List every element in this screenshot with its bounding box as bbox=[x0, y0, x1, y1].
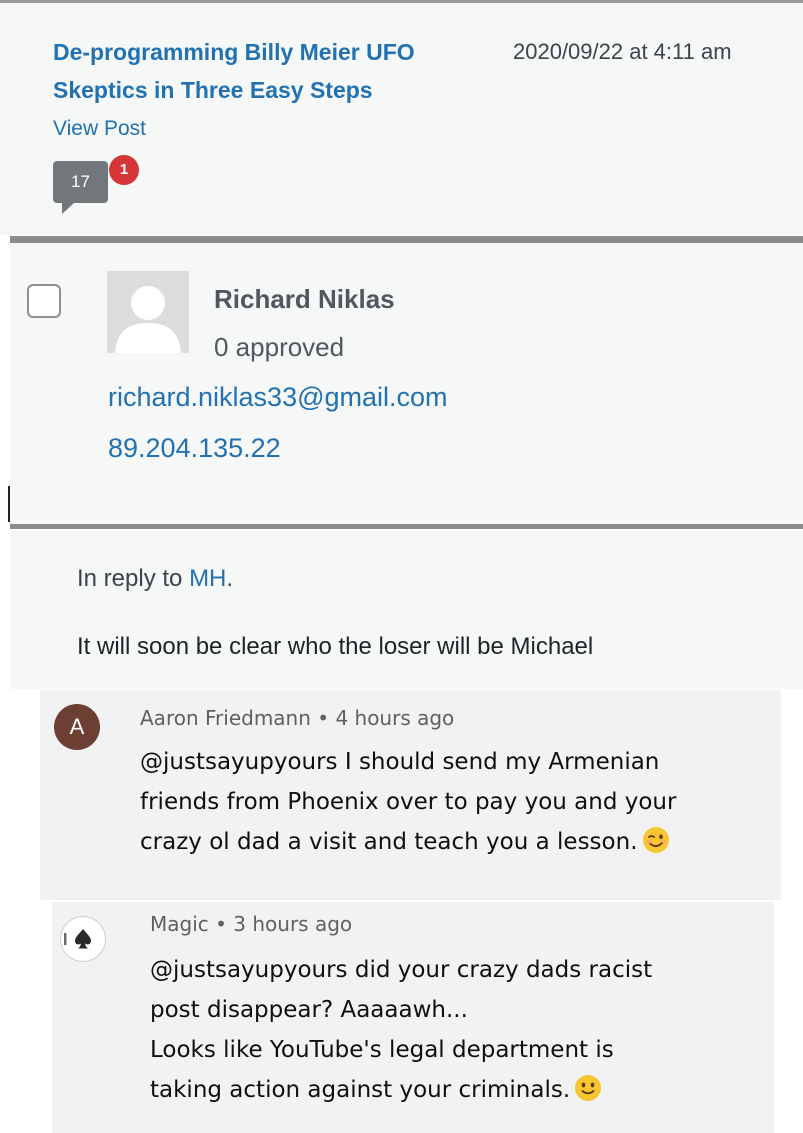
winking-face-icon bbox=[642, 827, 669, 853]
avatar[interactable]: A bbox=[54, 704, 100, 750]
comment-line: @justsayupyours did your crazy dads raci… bbox=[150, 957, 653, 983]
comment-line: taking action against your criminals. bbox=[150, 1077, 571, 1103]
pending-count-badge: 1 bbox=[109, 155, 139, 185]
youtube-comment: Magic • 3 hours ago @justsayupyours did … bbox=[52, 902, 774, 1133]
text-cursor bbox=[8, 486, 10, 522]
comment-time[interactable]: 3 hours ago bbox=[233, 912, 352, 936]
comment-author-panel: Richard Niklas 0 approved richard.niklas… bbox=[10, 236, 803, 529]
author-email-link[interactable]: richard.niklas33@gmail.com bbox=[108, 377, 448, 417]
select-comment-checkbox[interactable] bbox=[27, 284, 61, 318]
reply-to-suffix: . bbox=[226, 565, 234, 592]
avatar[interactable] bbox=[60, 916, 106, 962]
comment-author[interactable]: Aaron Friedmann bbox=[140, 706, 311, 730]
comment-line-last: crazy ol dad a visit and teach you a les… bbox=[140, 822, 770, 862]
in-reply-to-line: In reply to MH. bbox=[77, 561, 233, 597]
avatar bbox=[107, 271, 189, 353]
author-ip-link[interactable]: 89.204.135.22 bbox=[108, 428, 281, 468]
comment-header: Magic • 3 hours ago bbox=[150, 910, 352, 938]
author-approved-count: 0 approved bbox=[214, 332, 345, 362]
header-separator: • bbox=[310, 706, 336, 730]
comment-line: post disappear? Aaaaawh... bbox=[150, 997, 468, 1023]
comment-count-bubble[interactable]: 17 bbox=[53, 161, 108, 203]
default-avatar-icon bbox=[107, 271, 189, 353]
view-post-link[interactable]: View Post bbox=[53, 113, 146, 145]
comment-bubble-tail bbox=[62, 203, 74, 214]
reply-to-author-link[interactable]: MH bbox=[189, 565, 226, 592]
comment-text: @justsayupyours I should send my Armenia… bbox=[140, 742, 770, 862]
spade-icon bbox=[62, 918, 104, 960]
slightly-smiling-face-icon bbox=[575, 1075, 602, 1101]
comment-text: It will soon be clear who the loser will… bbox=[77, 633, 594, 660]
comment-line: friends from Phoenix over to pay you and… bbox=[140, 789, 677, 815]
author-name: Richard Niklas bbox=[214, 284, 395, 314]
comment-time[interactable]: 4 hours ago bbox=[335, 706, 454, 730]
comment-line: crazy ol dad a visit and teach you a les… bbox=[140, 829, 638, 855]
comment-line: @justsayupyours I should send my Armenia… bbox=[140, 749, 660, 775]
post-title-link[interactable]: De-programming Billy Meier UFO Skeptics … bbox=[53, 33, 483, 109]
youtube-comment: A Aaron Friedmann • 4 hours ago @justsay… bbox=[40, 690, 781, 900]
comment-author[interactable]: Magic bbox=[150, 912, 209, 936]
post-date: 2020/09/22 at 4:11 am bbox=[513, 39, 732, 64]
comment-text: @justsayupyours did your crazy dads raci… bbox=[150, 950, 766, 1110]
comment-line-last: taking action against your criminals. bbox=[150, 1070, 766, 1110]
post-summary-panel: De-programming Billy Meier UFO Skeptics … bbox=[0, 0, 803, 235]
comment-header: Aaron Friedmann • 4 hours ago bbox=[140, 704, 454, 732]
comment-line: Looks like YouTube's legal department is bbox=[150, 1037, 614, 1063]
in-reply-to-label: In reply to bbox=[77, 565, 190, 592]
header-separator: • bbox=[208, 912, 234, 936]
comment-content-panel: In reply to MH. It will soon be clear wh… bbox=[10, 531, 803, 689]
